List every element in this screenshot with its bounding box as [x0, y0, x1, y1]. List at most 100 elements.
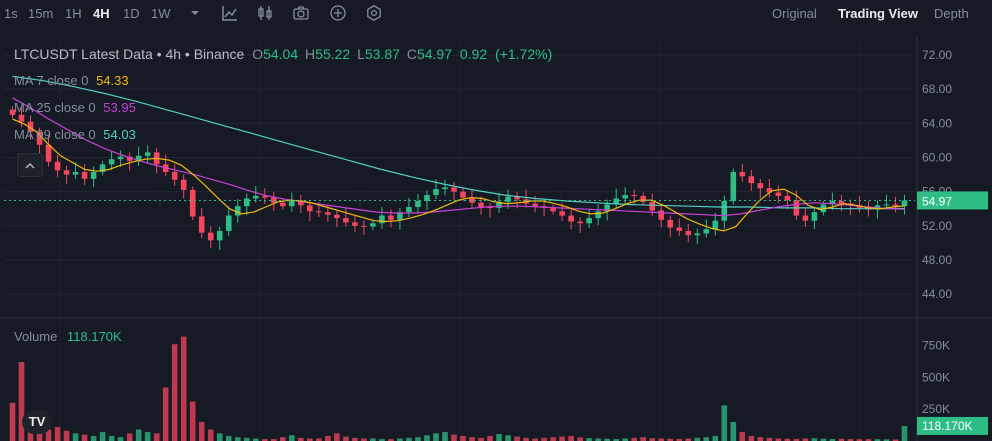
candle-body[interactable] [180, 179, 187, 190]
volume-bar[interactable] [207, 429, 214, 441]
candle-body[interactable] [54, 161, 61, 171]
candle-body[interactable] [72, 172, 79, 175]
volume-bar[interactable] [703, 437, 710, 441]
candle-body[interactable] [784, 195, 791, 201]
candle-body[interactable] [892, 204, 899, 207]
volume-bar[interactable] [433, 433, 439, 441]
volume-bar[interactable] [487, 435, 493, 441]
candle-body[interactable] [207, 232, 214, 241]
view-depth[interactable]: Depth [934, 6, 969, 21]
volume-bar[interactable] [9, 402, 16, 441]
volume-bar[interactable] [54, 426, 61, 441]
candle-body[interactable] [721, 201, 728, 221]
candle-body[interactable] [757, 183, 764, 189]
volume-bar[interactable] [90, 435, 97, 441]
volume-bar[interactable] [180, 336, 187, 441]
volume-bar[interactable] [712, 435, 719, 441]
volume-bar[interactable] [63, 430, 70, 441]
volume-bar[interactable] [234, 437, 241, 441]
candle-body[interactable] [622, 195, 628, 199]
candle-body[interactable] [631, 195, 637, 197]
candle-body[interactable] [901, 200, 908, 207]
volume-bar[interactable] [135, 429, 142, 441]
candle-body[interactable] [811, 212, 818, 221]
candle-body[interactable] [649, 201, 656, 211]
candle-body[interactable] [81, 172, 88, 179]
plus-circle-icon[interactable] [329, 4, 347, 22]
volume-bar[interactable] [730, 421, 737, 441]
timeframe-1w[interactable]: 1W [151, 6, 171, 21]
timeframe-1s[interactable]: 1s [4, 6, 18, 21]
candle-body[interactable] [352, 222, 358, 226]
volume-bar[interactable] [901, 425, 908, 441]
candle-body[interactable] [775, 192, 782, 196]
volume-bar[interactable] [343, 436, 349, 441]
candle-body[interactable] [694, 233, 701, 236]
candle-body[interactable] [307, 205, 313, 212]
candle-body[interactable] [144, 152, 151, 156]
candle-body[interactable] [189, 189, 196, 217]
collapse-legend-button[interactable] [17, 153, 43, 177]
candle-body[interactable] [640, 195, 646, 202]
candle-body[interactable] [550, 207, 556, 212]
timeframe-15m[interactable]: 15m [28, 6, 53, 21]
tradingview-logo[interactable]: TV [22, 410, 52, 434]
candle-body[interactable] [505, 196, 511, 202]
volume-bar[interactable] [81, 434, 88, 441]
candle-body[interactable] [568, 215, 574, 222]
candle-body[interactable] [289, 201, 295, 207]
volume-bar[interactable] [568, 435, 574, 441]
volume-bar[interactable] [577, 437, 583, 441]
volume-bar[interactable] [514, 436, 520, 441]
candle-body[interactable] [117, 156, 124, 160]
candle-body[interactable] [883, 204, 890, 206]
volume-bar[interactable] [442, 432, 448, 441]
view-trading-view[interactable]: Trading View [838, 6, 918, 21]
candle-body[interactable] [171, 172, 178, 180]
candle-body[interactable] [415, 201, 421, 208]
volume-bar[interactable] [559, 436, 565, 441]
view-original[interactable]: Original [772, 6, 817, 21]
candle-body[interactable] [802, 215, 809, 221]
volume-bar[interactable] [117, 437, 124, 441]
candle-body[interactable] [280, 202, 286, 207]
volume-bar[interactable] [144, 432, 151, 441]
volume-bar[interactable] [153, 433, 160, 441]
volume-bar[interactable] [721, 405, 728, 441]
volume-bar[interactable] [460, 435, 466, 441]
candle-body[interactable] [460, 191, 466, 198]
candle-body[interactable] [90, 172, 97, 179]
volume-bar[interactable] [171, 344, 178, 441]
candle-body[interactable] [712, 220, 719, 230]
volume-bar[interactable] [198, 421, 205, 441]
volume-bar[interactable] [72, 433, 79, 441]
candle-body[interactable] [667, 219, 674, 228]
volume-bar[interactable] [424, 435, 430, 441]
candle-body[interactable] [532, 203, 538, 207]
candle-body[interactable] [577, 221, 583, 224]
volume-bar[interactable] [225, 435, 232, 441]
candle-body[interactable] [406, 207, 412, 213]
volume-bar[interactable] [325, 435, 331, 441]
settings-icon[interactable] [365, 4, 383, 22]
candle-body[interactable] [559, 211, 565, 216]
volume-bar[interactable] [469, 437, 475, 441]
volume-bar[interactable] [496, 433, 502, 441]
timeframe-4h[interactable]: 4H [93, 6, 110, 21]
candle-body[interactable] [216, 230, 223, 241]
volume-bar[interactable] [451, 434, 457, 441]
candle-body[interactable] [108, 159, 115, 165]
candle-body[interactable] [685, 230, 692, 236]
chart-area[interactable]: 44.0048.0052.0056.0060.0064.0068.0072.00… [0, 36, 992, 441]
candle-body[interactable] [379, 215, 385, 224]
candle-body[interactable] [252, 195, 259, 199]
candle-body[interactable] [18, 114, 25, 122]
candle-body[interactable] [478, 202, 484, 208]
volume-bar[interactable] [739, 432, 746, 441]
candle-body[interactable] [343, 218, 349, 223]
candle-body[interactable] [388, 215, 394, 220]
volume-bar[interactable] [415, 437, 421, 441]
volume-bar[interactable] [280, 437, 286, 441]
volume-bar[interactable] [334, 433, 340, 441]
chart-svg[interactable]: 44.0048.0052.0056.0060.0064.0068.0072.00… [0, 36, 992, 441]
